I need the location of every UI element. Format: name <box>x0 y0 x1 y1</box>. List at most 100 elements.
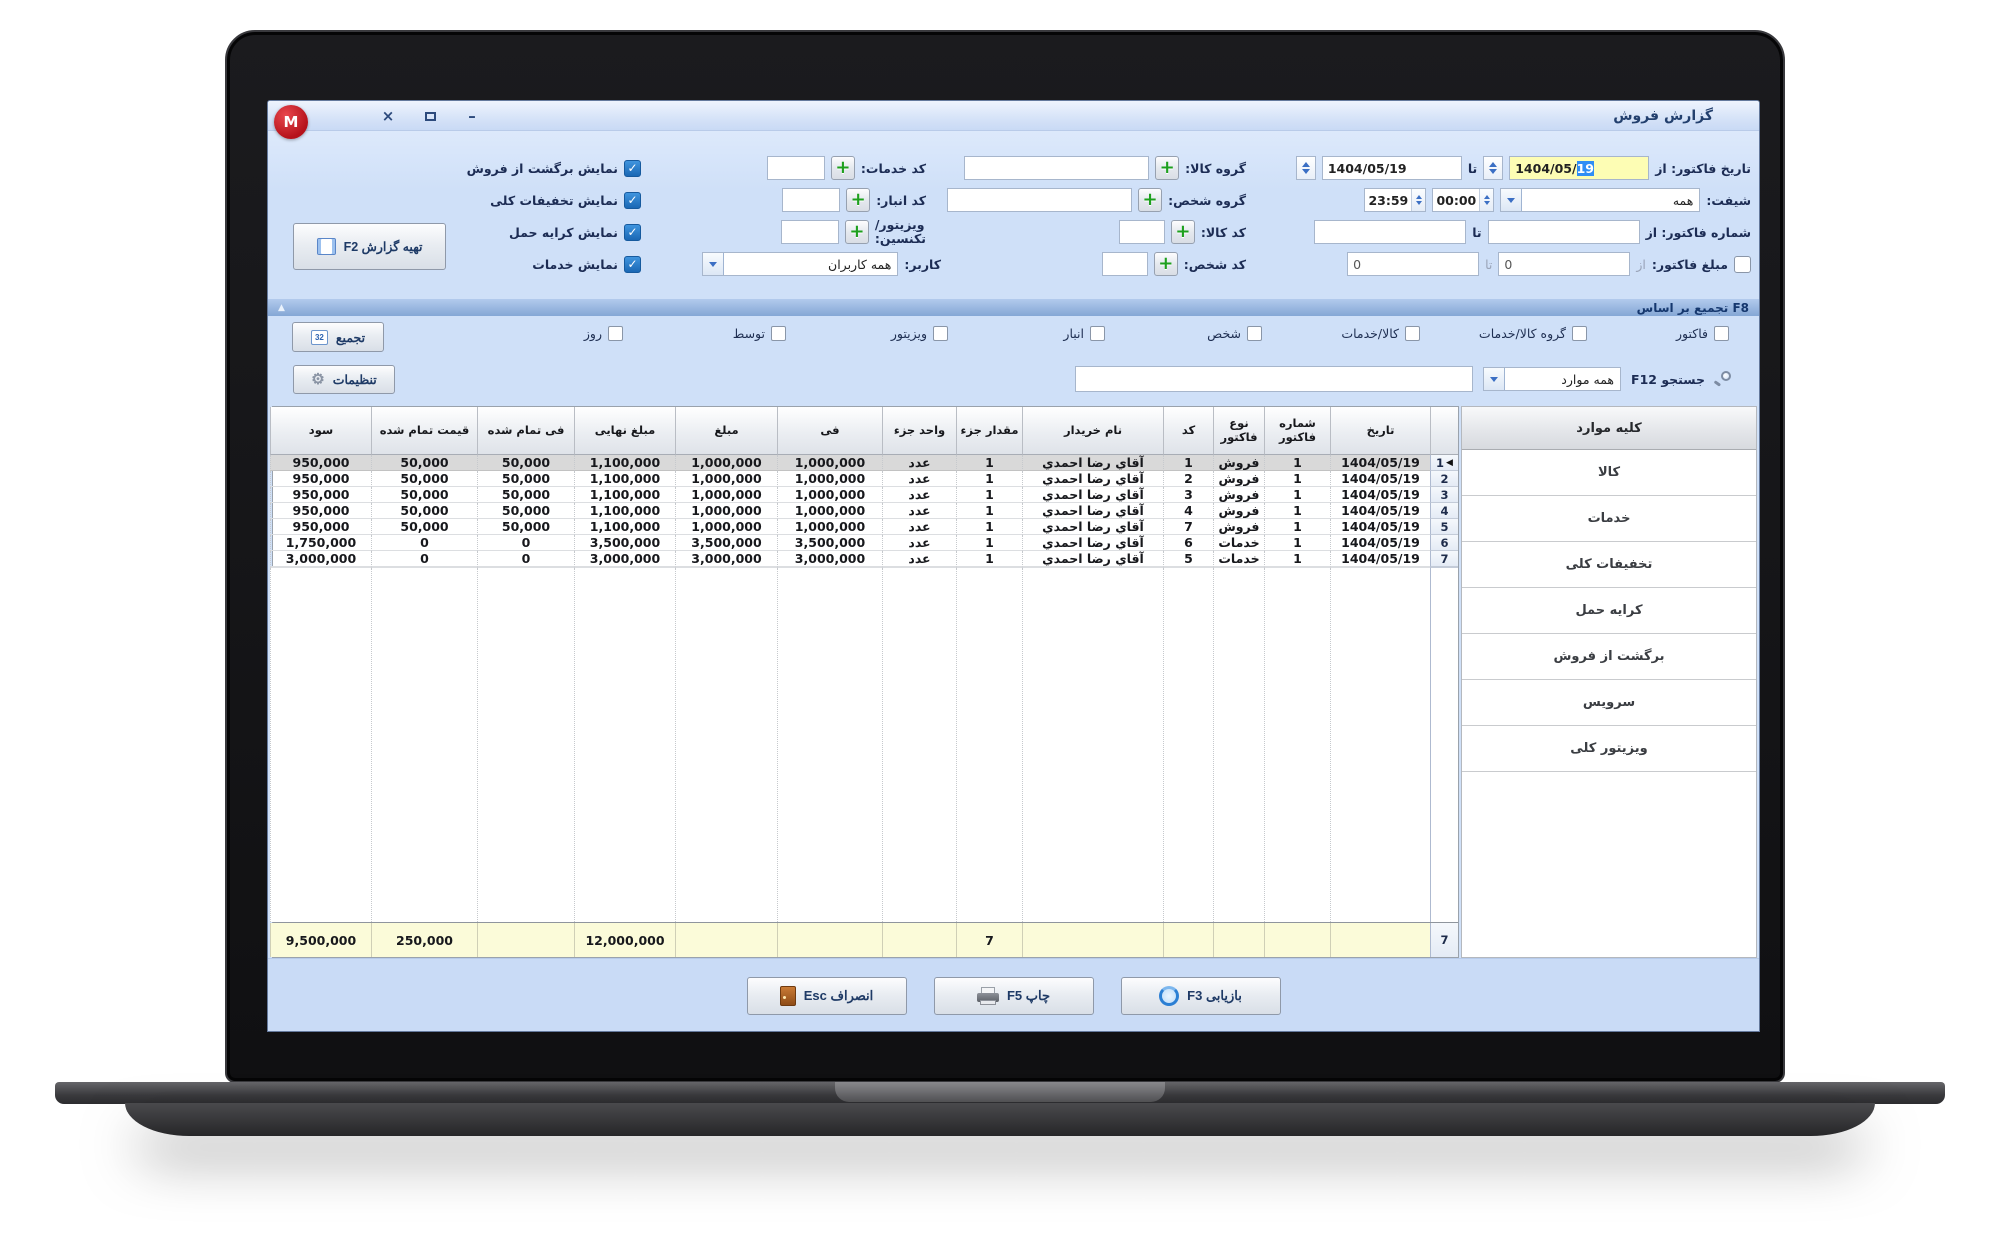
checked-checkbox-icon[interactable]: ✓ <box>624 224 641 241</box>
table-row[interactable]: 51404/05/191فروش7آقاي رضا احمدي1عدد1,000… <box>273 519 1458 535</box>
column-header[interactable]: مبلغ <box>675 407 777 455</box>
product-group-add-icon[interactable]: + <box>1155 156 1179 180</box>
unchecked-checkbox-icon[interactable] <box>771 326 786 341</box>
invoice-number-from-input[interactable] <box>1488 220 1640 244</box>
aggregate-option[interactable]: فاکتور <box>1676 326 1729 341</box>
time-to-input[interactable]: 23:59 <box>1364 188 1426 212</box>
column-header[interactable]: فی تمام شده <box>477 407 574 455</box>
sidebar-item[interactable]: ویزیتور کلی <box>1462 726 1756 772</box>
product-code-input[interactable] <box>1119 220 1165 244</box>
unchecked-checkbox-icon[interactable] <box>1734 256 1751 273</box>
aggregate-button[interactable]: تجمیع 32 <box>292 322 384 352</box>
minimize-icon[interactable]: – <box>462 106 482 126</box>
search-input[interactable] <box>1075 366 1473 392</box>
time-from-spinner[interactable] <box>1479 189 1493 211</box>
table-cell: 1,000,000 <box>777 503 882 519</box>
unchecked-checkbox-icon[interactable] <box>1714 326 1729 341</box>
close-icon[interactable]: × <box>378 106 398 126</box>
column-header[interactable]: تاریخ <box>1330 407 1430 455</box>
time-to-spinner[interactable] <box>1411 189 1425 211</box>
print-button[interactable]: چاپ F5 <box>934 977 1094 1015</box>
aggregate-header[interactable]: F8 تجمیع بر اساس ▲ <box>268 298 1759 316</box>
retrieve-button[interactable]: بازیابی F3 <box>1121 977 1281 1015</box>
warehouse-code-input[interactable] <box>782 188 840 212</box>
aggregate-option[interactable]: توسط <box>733 326 786 341</box>
column-header[interactable]: نوع فاکتور <box>1213 407 1264 455</box>
amount-to-input[interactable]: 0 <box>1347 252 1479 276</box>
aggregate-option[interactable]: شخص <box>1207 326 1262 341</box>
service-code-add-icon[interactable]: + <box>831 156 855 180</box>
person-group-input[interactable] <box>947 188 1132 212</box>
checked-checkbox-icon[interactable]: ✓ <box>624 192 641 209</box>
unchecked-checkbox-icon[interactable] <box>1090 326 1105 341</box>
amount-from-input[interactable]: 0 <box>1498 252 1630 276</box>
chevron-down-icon[interactable] <box>1501 189 1522 211</box>
category-sidebar: کلیه موارد کالاخدماتتخفیفات کلیکرایه حمل… <box>1461 406 1757 958</box>
sidebar-item[interactable]: کرایه حمل <box>1462 588 1756 634</box>
collapse-icon[interactable]: ▲ <box>278 303 285 313</box>
column-header[interactable]: کد <box>1163 407 1213 455</box>
column-header[interactable]: مبلغ نهایی <box>574 407 675 455</box>
column-header[interactable]: سود <box>270 407 371 455</box>
user-select[interactable]: همه کاربران <box>702 252 898 276</box>
search-scope-select[interactable]: همه موارد <box>1483 367 1621 391</box>
checked-checkbox-icon[interactable]: ✓ <box>624 160 641 177</box>
settings-button[interactable]: تنظیمات ⚙ <box>293 365 395 394</box>
sidebar-item[interactable]: برگشت از فروش <box>1462 634 1756 680</box>
person-code-add-icon[interactable]: + <box>1154 252 1178 276</box>
invoice-number-to-input[interactable] <box>1314 220 1466 244</box>
totals-cell: 9,500,000 <box>270 923 371 957</box>
date-to-input[interactable]: 1404/05/19 <box>1322 156 1462 180</box>
table-row[interactable]: 31404/05/191فروش3آقاي رضا احمدي1عدد1,000… <box>273 487 1458 503</box>
sidebar-item[interactable]: سرویس <box>1462 680 1756 726</box>
column-header[interactable]: شماره فاکتور <box>1264 407 1330 455</box>
person-code-input[interactable] <box>1102 252 1148 276</box>
column-header[interactable]: قیمت تمام شده <box>371 407 477 455</box>
table-row[interactable]: ◀11404/05/191فروش1آقاي رضا احمدي1عدد1,00… <box>273 455 1458 471</box>
table-row[interactable]: 41404/05/191فروش4آقاي رضا احمدي1عدد1,000… <box>273 503 1458 519</box>
column-header[interactable]: مقدار جزء <box>956 407 1022 455</box>
unchecked-checkbox-icon[interactable] <box>1572 326 1587 341</box>
sidebar-item[interactable]: کالا <box>1462 450 1756 496</box>
column-header[interactable]: نام خریدار <box>1022 407 1163 455</box>
chevron-down-icon[interactable] <box>703 253 724 275</box>
aggregate-option[interactable]: انبار <box>1063 326 1105 341</box>
person-group-add-icon[interactable]: + <box>1138 188 1162 212</box>
date-to-spinner[interactable] <box>1296 156 1316 180</box>
warehouse-code-add-icon[interactable]: + <box>846 188 870 212</box>
aggregate-option[interactable]: روز <box>584 326 623 341</box>
time-from-input[interactable]: 00:00 <box>1432 188 1494 212</box>
checked-checkbox-icon[interactable]: ✓ <box>624 256 641 273</box>
show-freight-option[interactable]: ✓ نمایش کرایه حمل <box>509 219 641 245</box>
restore-icon[interactable] <box>420 106 440 126</box>
cancel-button[interactable]: انصراف Esc <box>747 977 907 1015</box>
show-discounts-option[interactable]: ✓ نمایش تخفیفات کلی <box>490 187 641 213</box>
table-row[interactable]: 21404/05/191فروش2آقاي رضا احمدي1عدد1,000… <box>273 471 1458 487</box>
aggregate-option[interactable]: گروه کالا/خدمات <box>1479 326 1587 341</box>
product-code-add-icon[interactable]: + <box>1171 220 1195 244</box>
sidebar-item[interactable]: خدمات <box>1462 496 1756 542</box>
sidebar-item[interactable]: تخفیفات کلی <box>1462 542 1756 588</box>
aggregate-option[interactable]: کالا/خدمات <box>1341 326 1420 341</box>
product-group-input[interactable] <box>964 156 1149 180</box>
unchecked-checkbox-icon[interactable] <box>608 326 623 341</box>
unchecked-checkbox-icon[interactable] <box>933 326 948 341</box>
table-row[interactable]: 61404/05/191خدمات6آقاي رضا احمدي1عدد3,50… <box>273 535 1458 551</box>
unchecked-checkbox-icon[interactable] <box>1247 326 1262 341</box>
service-code-input[interactable] <box>767 156 825 180</box>
date-from-input[interactable]: 1404/05/19 <box>1509 156 1649 180</box>
chevron-down-icon[interactable] <box>1484 368 1505 390</box>
table-row[interactable]: 71404/05/191خدمات5آقاي رضا احمدي1عدد3,00… <box>273 551 1458 567</box>
column-header[interactable]: فی <box>777 407 882 455</box>
visitor-input[interactable] <box>781 220 839 244</box>
sidebar-header-all-items[interactable]: کلیه موارد <box>1462 407 1756 450</box>
unchecked-checkbox-icon[interactable] <box>1405 326 1420 341</box>
prepare-report-button[interactable]: تهیه گزارش F2 <box>293 223 446 270</box>
shift-select[interactable]: همه <box>1500 188 1700 212</box>
aggregate-option[interactable]: ویزیتور <box>891 326 948 341</box>
visitor-add-icon[interactable]: + <box>845 220 869 244</box>
show-returns-option[interactable]: ✓ نمایش برگشت از فروش <box>467 155 641 181</box>
date-from-spinner[interactable] <box>1483 156 1503 180</box>
show-services-option[interactable]: ✓ نمایش خدمات <box>532 251 641 277</box>
column-header[interactable]: واحد جزء <box>882 407 956 455</box>
